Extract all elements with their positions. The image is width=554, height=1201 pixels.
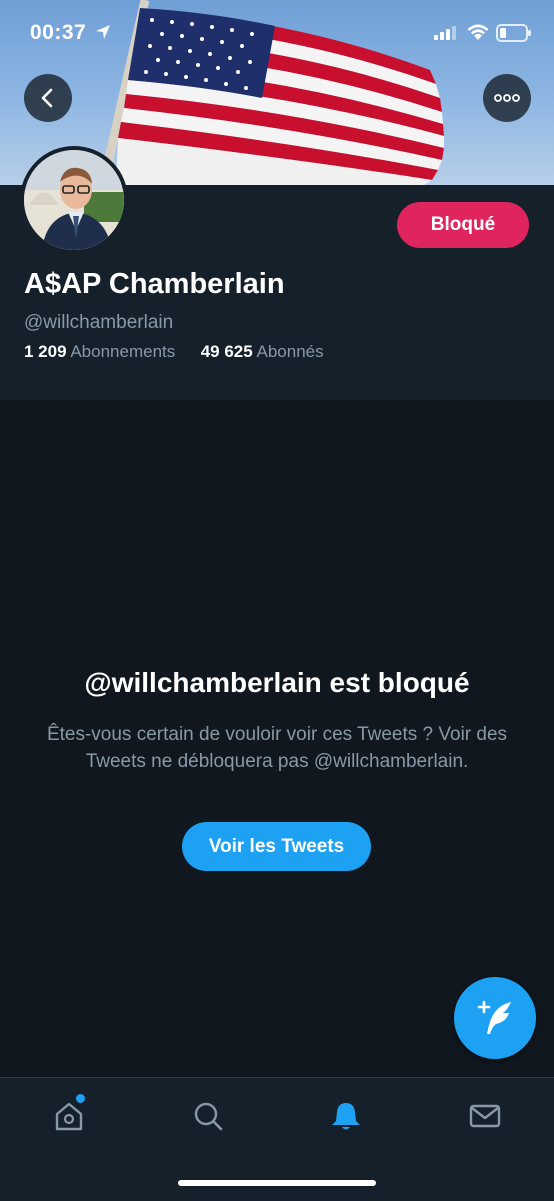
avatar-photo (24, 150, 124, 250)
cellular-signal-icon (434, 26, 456, 40)
wifi-icon (467, 24, 489, 40)
home-new-content-dot (74, 1092, 87, 1105)
tab-search[interactable] (188, 1096, 228, 1136)
compose-tweet-button[interactable] (454, 977, 536, 1059)
chevron-left-icon (41, 88, 53, 108)
blocked-button[interactable]: Bloqué (397, 202, 529, 248)
followers-link[interactable]: 49 625 Abonnés (201, 342, 324, 361)
search-icon (194, 1102, 223, 1131)
profile-stats: 1 209 Abonnements 49 625 Abonnés (24, 342, 324, 362)
followers-label: Abonnés (256, 342, 324, 361)
following-label: Abonnements (70, 342, 176, 361)
home-indicator (178, 1180, 376, 1186)
profile-display-name: A$AP Chamberlain (24, 268, 285, 300)
following-link[interactable]: 1 209 Abonnements (24, 342, 180, 361)
status-time: 00:37 (30, 21, 87, 44)
blocked-notice-description: Êtes-vous certain de vouloir voir ces Tw… (46, 724, 508, 772)
mail-icon (469, 1104, 501, 1128)
avatar[interactable] (20, 146, 128, 254)
profile-handle: @willchamberlain (24, 312, 174, 333)
tab-notifications[interactable] (326, 1096, 366, 1136)
tab-messages[interactable] (465, 1096, 505, 1136)
status-bar: 00:37 (0, 0, 554, 66)
compose-feather-icon (477, 1000, 511, 1034)
battery-icon (496, 24, 531, 42)
followers-count: 49 625 (200, 342, 253, 361)
location-arrow-icon (96, 25, 110, 39)
back-button[interactable] (24, 74, 72, 122)
more-options-button[interactable] (483, 74, 531, 122)
bell-icon (332, 1103, 360, 1130)
view-tweets-button[interactable]: Voir les Tweets (182, 822, 371, 871)
following-count: 1 209 (24, 342, 67, 361)
blocked-notice-title: @willchamberlain est bloqué (84, 667, 470, 698)
more-horizontal-icon (494, 94, 520, 102)
